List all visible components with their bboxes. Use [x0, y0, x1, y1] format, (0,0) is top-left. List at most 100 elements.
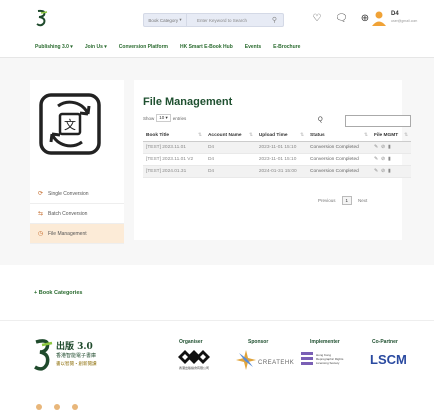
column-status[interactable]: Status ⇅: [307, 130, 371, 142]
clock-icon: ◷: [38, 231, 44, 237]
edit-icon[interactable]: ✎: [374, 169, 381, 174]
footer-logo-tagline: 書以智閱・創新閱讀: [56, 361, 97, 366]
trash-icon[interactable]: ▮: [388, 157, 394, 162]
sponsor-text[interactable]: CREATEHK: [258, 360, 294, 366]
search-icon[interactable]: ⚲: [272, 16, 277, 24]
cell-book-title: [TEST] 2024.01.31: [143, 165, 205, 178]
batch-icon: ⇆: [38, 211, 44, 217]
sidebar-item-label: Batch Conversion: [48, 210, 88, 217]
file-mgmt-actions[interactable]: ✎⊘▮: [370, 165, 411, 178]
table-search-label: Q: [318, 117, 323, 123]
search-bar: Book Category ▾ Enter Keyword to Search …: [143, 13, 284, 27]
file-mgmt-actions[interactable]: ✎⊘▮: [370, 141, 411, 154]
sidebar-item-label: Single Conversion: [48, 190, 89, 197]
heart-icon[interactable]: ♡: [311, 13, 323, 25]
link-icon[interactable]: ⊘: [381, 169, 388, 174]
avatar[interactable]: [371, 10, 387, 26]
cell-account: D4: [204, 165, 256, 178]
sidebar-menu: ⟳ Single Conversion ⇆ Batch Conversion ◷…: [30, 184, 124, 244]
sidebar-item-batch-conversion[interactable]: ⇆ Batch Conversion: [30, 204, 124, 224]
column-file-mgmt[interactable]: File MGMT ⇅: [370, 130, 411, 142]
cell-upload-time: 2023-11-01 15:10: [255, 153, 308, 166]
page-title: File Management: [143, 96, 233, 108]
table-search-input[interactable]: [345, 115, 411, 127]
main-nav: Publishing 3.0 ▾ Join Us ▾ Conversion Pl…: [35, 44, 300, 50]
sort-icon: ⇅: [197, 132, 202, 138]
column-label: Upload Time: [258, 132, 288, 138]
trash-icon[interactable]: ▮: [388, 145, 394, 150]
search-input[interactable]: Enter Keyword to Search ⚲: [187, 13, 284, 27]
show-label: Show: [143, 115, 155, 121]
nav-ebrochure[interactable]: E-Brochure: [273, 44, 300, 50]
book-category-dropdown[interactable]: Book Category ▾: [143, 13, 187, 27]
sidebar-item-single-conversion[interactable]: ⟳ Single Conversion: [30, 184, 124, 204]
instagram-icon[interactable]: [72, 404, 78, 410]
co-partner-logo[interactable]: LSCM: [370, 352, 407, 367]
cell-status: Conversion Completed: [307, 153, 371, 166]
sidebar-item-file-management[interactable]: ◷ File Management: [30, 224, 124, 244]
header-icons: ♡ 🗨 ⊕: [311, 13, 371, 25]
sidebar: 文 ⟳ Single Conversion ⇆ Batch Conversion…: [30, 80, 124, 244]
youtube-icon[interactable]: [54, 404, 60, 410]
table-header-row: Book Title ⇅ Account Name ⇅ Upload Time …: [143, 130, 411, 142]
edit-icon[interactable]: ✎: [374, 157, 381, 162]
facebook-icon[interactable]: [36, 404, 42, 410]
user-name[interactable]: D4: [391, 11, 399, 17]
cell-status: Conversion Completed: [307, 141, 371, 154]
nav-events[interactable]: Events: [245, 44, 261, 50]
footer-logo-subtitle: 香港智能電子書庫: [56, 353, 97, 359]
pagination: Previous 1 Next: [318, 196, 367, 205]
column-label: File MGMT: [373, 132, 399, 138]
cell-book-title: [TEST] 2023.11.01: [143, 141, 205, 154]
nav-join-us[interactable]: Join Us ▾: [85, 44, 107, 50]
organiser-text: 香港出版總會有限公司: [178, 366, 209, 370]
column-account-name[interactable]: Account Name ⇅: [204, 130, 256, 142]
cell-status: Conversion Completed: [307, 165, 371, 178]
search-placeholder: Enter Keyword to Search: [197, 17, 248, 23]
nav-smart-ebook-hub[interactable]: HK Smart E-Book Hub: [180, 44, 233, 50]
link-icon[interactable]: ⊘: [381, 145, 388, 150]
nav-publishing-label: Publishing 3.0: [35, 44, 69, 50]
book-categories-toggle[interactable]: + Book Categories: [34, 290, 82, 296]
file-mgmt-actions[interactable]: ✎⊘▮: [370, 153, 411, 166]
cell-book-title: [TEST] 2023.11.01 V2: [143, 153, 205, 166]
entries-select[interactable]: 10 ▾: [156, 114, 171, 122]
nav-conversion-platform[interactable]: Conversion Platform: [119, 44, 168, 50]
column-label: Status: [310, 132, 325, 138]
edit-icon[interactable]: ✎: [374, 145, 381, 150]
chat-icon[interactable]: 🗨: [335, 13, 348, 25]
footer-divider: [0, 320, 434, 321]
user-email: user@gmail.com: [391, 19, 418, 23]
table-row: [TEST] 2023.11.01 D4 2023-11-01 15:10 Co…: [143, 141, 411, 154]
sort-icon: ⇅: [300, 132, 305, 138]
cell-account: D4: [204, 141, 256, 154]
previous-button[interactable]: Previous: [318, 198, 336, 203]
organiser-heading: Organiser: [179, 339, 203, 345]
publishing-logo-icon[interactable]: [35, 9, 49, 27]
footer-logo-title: 出版 3.0: [56, 342, 93, 352]
sponsor-heading: Sponsor: [248, 339, 269, 345]
social-links: [36, 404, 78, 410]
svg-text:文: 文: [64, 117, 76, 132]
column-book-title[interactable]: Book Title ⇅: [143, 130, 205, 142]
file-table: Book Title ⇅ Account Name ⇅ Upload Time …: [143, 130, 411, 178]
link-icon[interactable]: ⊘: [381, 157, 388, 162]
next-button[interactable]: Next: [358, 198, 367, 203]
globe-icon[interactable]: ⊕: [359, 13, 371, 25]
refresh-icon: ⟳: [38, 191, 44, 197]
sponsor-star-icon: [236, 350, 256, 370]
column-upload-time[interactable]: Upload Time ⇅: [255, 130, 308, 142]
entries-value: 10: [159, 115, 165, 120]
implementer-text[interactable]: Hong Kong Reprographic Rights Licensing …: [316, 353, 346, 365]
trash-icon[interactable]: ▮: [388, 169, 394, 174]
implementer-logo-icon: [301, 352, 313, 365]
top-header: Book Category ▾ Enter Keyword to Search …: [0, 0, 434, 36]
page-button-1[interactable]: 1: [341, 196, 353, 205]
column-label: Book Title: [146, 132, 170, 138]
entries-selector: Show 10 ▾ entries: [143, 114, 186, 122]
nav-publishing[interactable]: Publishing 3.0 ▾: [35, 44, 73, 50]
organiser-logo[interactable]: [176, 350, 212, 364]
cell-upload-time: 2024-01-31 15:00: [255, 165, 308, 178]
sort-icon: ⇅: [363, 132, 368, 138]
translate-conversion-icon: 文: [39, 93, 101, 155]
